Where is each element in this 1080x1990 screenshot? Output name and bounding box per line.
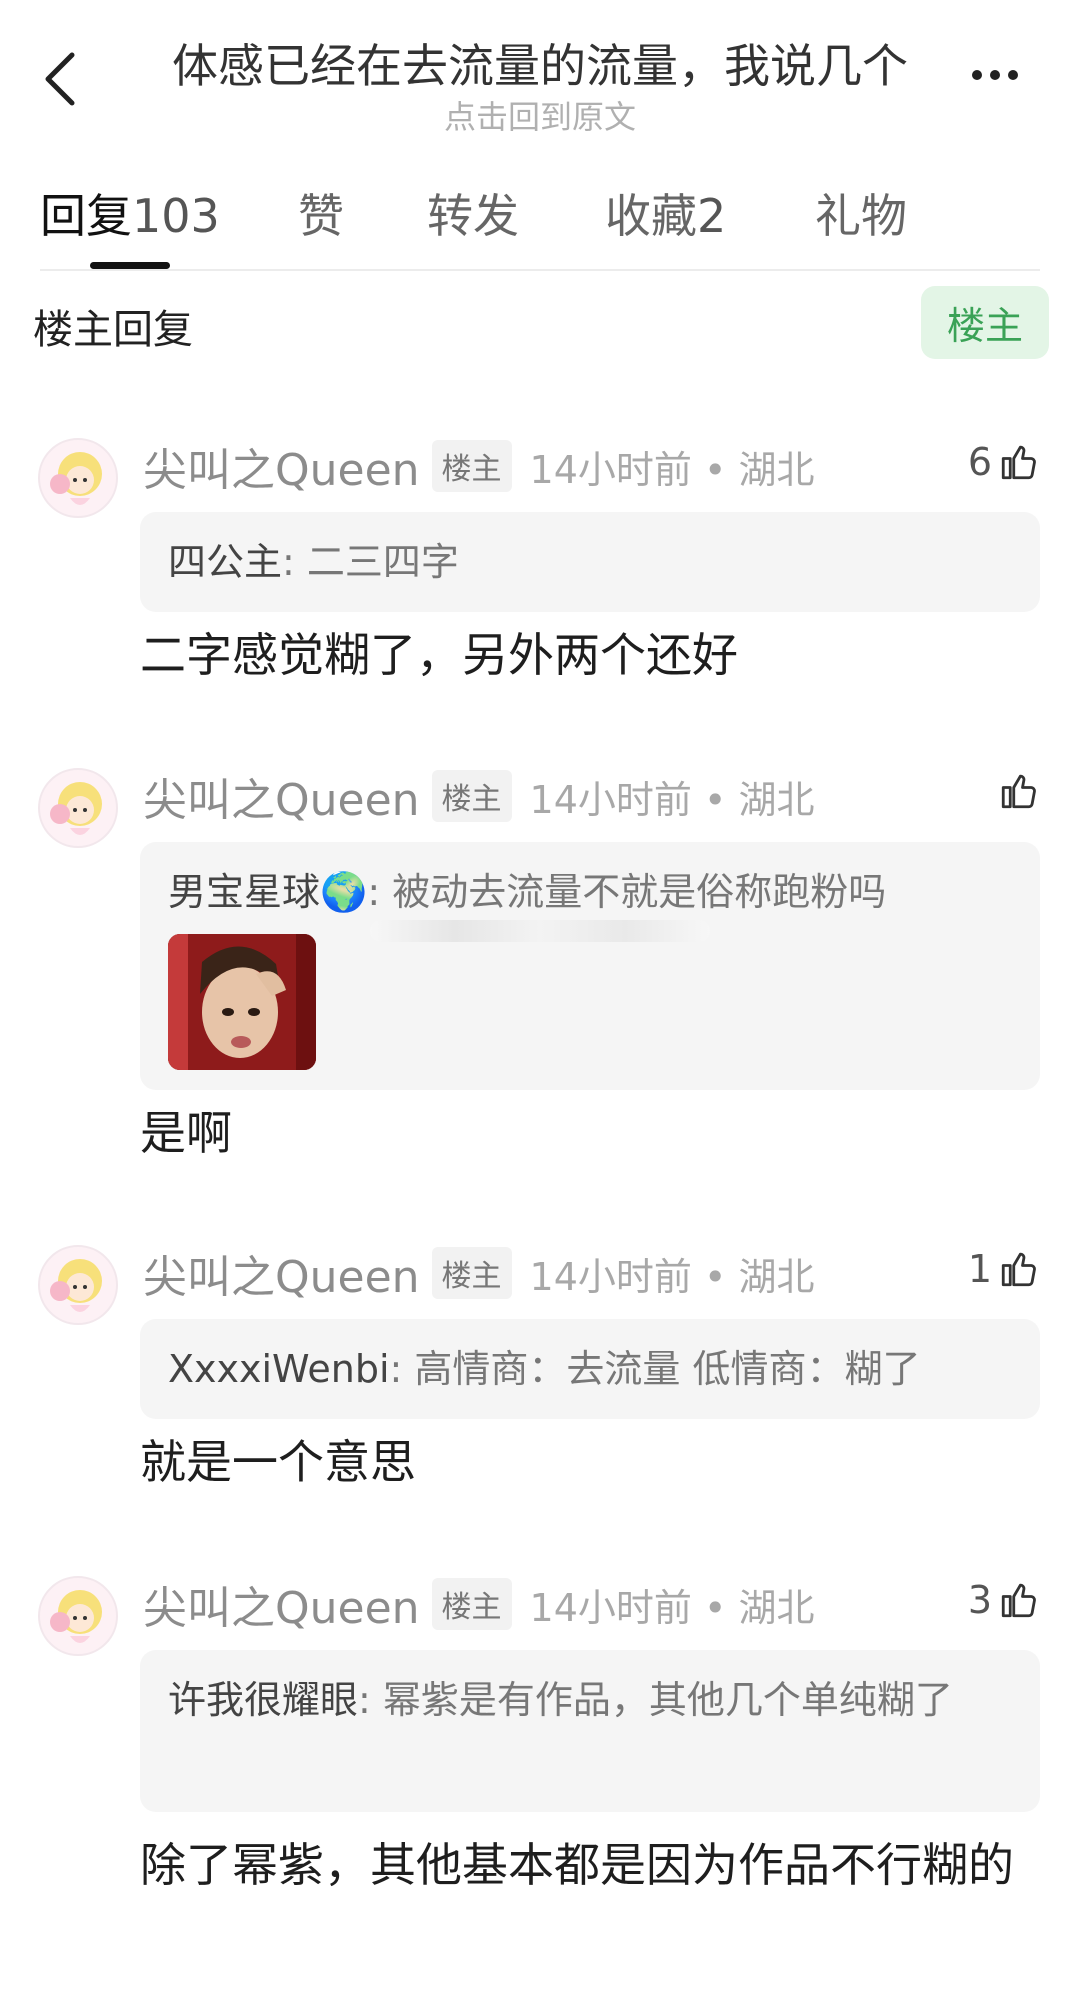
tab-label: 礼物 (815, 189, 907, 243)
comment-meta: 尖叫之Queen 楼主 14小时前 • 湖北 (143, 1245, 815, 1303)
tab-bar: 回复103 赞 转发 收藏2 礼物 (40, 180, 1040, 270)
quoted-image-thumbnail[interactable] (168, 934, 316, 1070)
tab-likes[interactable]: 赞 (298, 180, 344, 246)
avatar[interactable] (38, 768, 118, 848)
more-options-button[interactable] (960, 60, 1030, 90)
more-dot-icon (990, 70, 1000, 80)
op-filter-button[interactable]: 楼主 (921, 286, 1049, 359)
avatar[interactable] (38, 438, 118, 518)
tab-label: 收藏 (605, 189, 697, 243)
thumbs-up-icon (1001, 774, 1036, 809)
back-button[interactable] (30, 44, 90, 114)
avatar-cartoon-icon (50, 452, 102, 505)
avatar[interactable] (38, 1245, 118, 1325)
reply-text: 二字感觉糊了，另外两个还好 (140, 628, 738, 682)
blurred-text (370, 920, 710, 942)
like-button[interactable]: 6 (968, 440, 1040, 484)
reply-text: 除了幂紫，其他基本都是因为作品不行糊的 (140, 1838, 1014, 1892)
quote-author[interactable]: 男宝星球🌍 (168, 870, 367, 914)
op-badge: 楼主 (431, 440, 512, 492)
quote-text: 许我很耀眼: 幂紫是有作品，其他几个单纯糊了 (168, 1670, 1012, 1730)
photo-icon (168, 934, 316, 1070)
comment-meta: 尖叫之Queen 楼主 14小时前 • 湖北 (143, 438, 815, 496)
reply-text: 是啊 (140, 1106, 232, 1160)
username[interactable]: 尖叫之Queen (143, 1572, 420, 1636)
avatar[interactable] (38, 1576, 118, 1656)
timestamp-location: 14小时前 • 湖北 (529, 777, 815, 822)
quote-author[interactable]: 许我很耀眼 (168, 1678, 358, 1722)
post-title[interactable]: 体感已经在去流量的流量，我说几个 (130, 30, 950, 96)
tab-count: 2 (697, 189, 727, 243)
op-badge: 楼主 (431, 1578, 512, 1630)
like-count: 1 (967, 1247, 992, 1291)
tab-label: 回复 (40, 189, 132, 243)
more-dot-icon (972, 70, 982, 80)
timestamp-location: 14小时前 • 湖北 (529, 447, 815, 492)
more-dot-icon (1008, 70, 1018, 80)
quoted-comment[interactable]: 男宝星球🌍: 被动去流量不就是俗称跑粉吗 (140, 842, 1040, 1090)
comment-meta: 尖叫之Queen 楼主 14小时前 • 湖北 (143, 1576, 815, 1634)
reply-text: 就是一个意思 (140, 1435, 416, 1489)
tab-replies[interactable]: 回复103 (40, 180, 220, 246)
like-count: 6 (967, 440, 992, 484)
thumbs-up-icon (1001, 1252, 1036, 1287)
back-to-original-link[interactable]: 点击回到原文 (130, 92, 950, 138)
chevron-left-icon (45, 52, 75, 106)
quote-text: XxxxiWenbi: 高情商：去流量 低情商：糊了 (168, 1339, 1012, 1399)
like-button[interactable]: 3 (968, 1578, 1040, 1622)
top-bar: 体感已经在去流量的流量，我说几个 点击回到原文 (0, 0, 1080, 150)
timestamp-location: 14小时前 • 湖北 (529, 1585, 815, 1630)
quoted-comment[interactable]: 四公主: 二三四字 (140, 512, 1040, 612)
quote-content: : 二三四字 (282, 540, 459, 584)
like-count: 3 (967, 1578, 992, 1622)
active-tab-indicator (90, 262, 170, 269)
quote-author[interactable]: 四公主 (168, 540, 282, 584)
op-replies-label: 楼主回复 (33, 307, 193, 353)
tab-label: 转发 (427, 189, 519, 243)
username[interactable]: 尖叫之Queen (143, 1241, 420, 1305)
thumbs-up-icon (1001, 1583, 1036, 1618)
username[interactable]: 尖叫之Queen (143, 764, 420, 828)
op-badge: 楼主 (431, 1247, 512, 1299)
timestamp-location: 14小时前 • 湖北 (529, 1254, 815, 1299)
avatar-cartoon-icon (50, 782, 102, 835)
quote-content: : 高情商：去流量 低情商：糊了 (389, 1347, 921, 1391)
thumbs-up-icon (1001, 445, 1036, 480)
quoted-comment[interactable]: 许我很耀眼: 幂紫是有作品，其他几个单纯糊了 (140, 1650, 1040, 1812)
divider (40, 269, 1040, 271)
username[interactable]: 尖叫之Queen (143, 434, 420, 498)
quote-content: : 幂紫是有作品，其他几个单纯糊了 (358, 1678, 953, 1722)
tab-label: 赞 (298, 189, 344, 243)
tab-favorites[interactable]: 收藏2 (605, 180, 726, 246)
avatar-cartoon-icon (50, 1259, 102, 1312)
quoted-comment[interactable]: XxxxiWenbi: 高情商：去流量 低情商：糊了 (140, 1319, 1040, 1419)
comment-meta: 尖叫之Queen 楼主 14小时前 • 湖北 (143, 768, 815, 826)
op-badge: 楼主 (431, 770, 512, 822)
quote-content: : 被动去流量不就是俗称跑粉吗 (367, 870, 887, 914)
tab-gifts[interactable]: 礼物 (815, 180, 907, 246)
like-button[interactable] (998, 770, 1040, 812)
quote-author[interactable]: XxxxiWenbi (168, 1347, 390, 1391)
tab-count: 103 (132, 189, 220, 243)
avatar-cartoon-icon (50, 1590, 102, 1643)
quote-text: 男宝星球🌍: 被动去流量不就是俗称跑粉吗 (168, 862, 1012, 922)
quote-text: 四公主: 二三四字 (168, 532, 1012, 592)
like-button[interactable]: 1 (968, 1247, 1040, 1291)
tab-reposts[interactable]: 转发 (427, 180, 519, 246)
